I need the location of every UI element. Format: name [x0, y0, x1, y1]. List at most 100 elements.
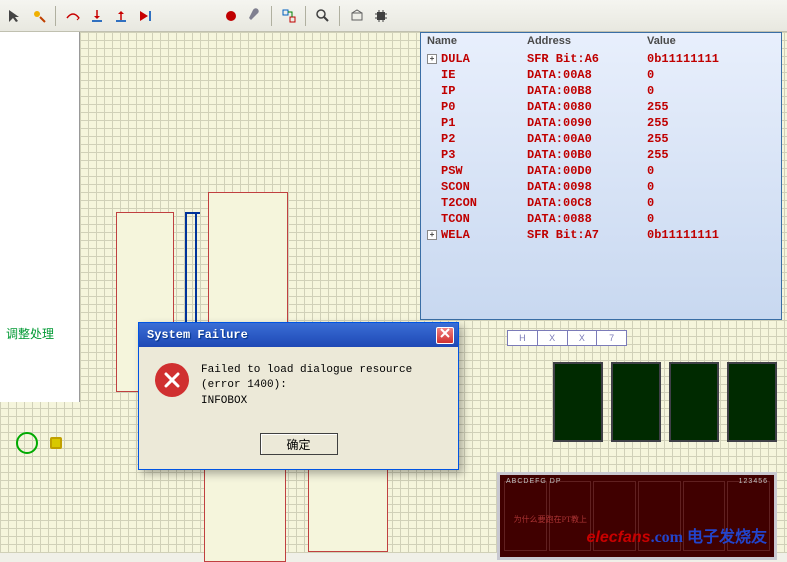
dialog-titlebar[interactable]: System Failure — [139, 323, 458, 347]
tiny-annotation: 为什么要跑在PT教上 — [514, 514, 587, 525]
tool-chip-icon[interactable] — [370, 5, 392, 27]
chip-u4[interactable] — [204, 462, 286, 562]
chip-u2[interactable] — [208, 192, 288, 342]
mini-cell: H — [508, 331, 538, 345]
watch-address: DATA:0098 — [527, 180, 647, 194]
component-led[interactable] — [16, 432, 38, 454]
tool-wrench-icon[interactable] — [244, 5, 266, 27]
watch-value: 0 — [647, 180, 775, 194]
seven-seg-unit[interactable] — [611, 362, 661, 442]
dialog-title-text: System Failure — [147, 328, 436, 342]
watch-row[interactable]: IE DATA:00A80 — [421, 67, 781, 83]
main-toolbar — [0, 0, 787, 32]
watch-value: 255 — [647, 132, 775, 146]
watch-col-address: Address — [527, 35, 647, 47]
tool-arrow-icon[interactable] — [4, 5, 26, 27]
mini-cell: 7 — [597, 331, 626, 345]
mini-grid: H X X 7 — [507, 330, 627, 346]
seg-label-left: ABCDEFG DP — [506, 478, 562, 485]
dialog-button-row: 确定 — [139, 425, 458, 469]
seven-seg-unit[interactable] — [669, 362, 719, 442]
watch-name: P3 — [441, 148, 455, 162]
watch-address: SFR Bit:A7 — [527, 228, 647, 242]
watch-value: 0 — [647, 84, 775, 98]
watch-address: DATA:0080 — [527, 100, 647, 114]
watch-header: Name Address Value — [421, 33, 781, 49]
watch-name: WELA — [441, 228, 470, 242]
side-panel-label: 调整处理 — [6, 325, 54, 342]
watch-value: 255 — [647, 116, 775, 130]
seven-seg-unit[interactable] — [727, 362, 777, 442]
watch-row[interactable]: IPDATA:00B80 — [421, 83, 781, 99]
watch-name: P0 — [441, 100, 455, 114]
watermark: elecfans.com 电子发烧友 — [587, 523, 767, 547]
watch-address: SFR Bit:A6 — [527, 52, 647, 66]
watch-address: DATA:0090 — [527, 116, 647, 130]
watch-address: DATA:0088 — [527, 212, 647, 226]
seg-label-right: 123456 — [739, 478, 768, 485]
tool-connect-icon[interactable] — [278, 5, 300, 27]
mini-cell: X — [568, 331, 598, 345]
dialog-message-line1: Failed to load dialogue resource (error … — [201, 363, 442, 394]
watch-row[interactable]: P2 DATA:00A0255 — [421, 131, 781, 147]
watch-address: DATA:00C8 — [527, 196, 647, 210]
watch-row[interactable]: P0 DATA:0080255 — [421, 99, 781, 115]
watch-name: T2CON — [441, 196, 477, 210]
watch-name: PSW — [441, 164, 463, 178]
error-icon — [155, 363, 189, 397]
expand-icon[interactable]: + — [427, 54, 437, 64]
watch-name: P1 — [441, 116, 455, 130]
watch-col-name: Name — [427, 35, 527, 47]
side-panel: 调整处理 — [0, 32, 80, 402]
dialog-message-line2: INFOBOX — [201, 394, 442, 409]
watch-row[interactable]: T2CON DATA:00C80 — [421, 195, 781, 211]
watch-value: 0 — [647, 212, 775, 226]
toolbar-separator — [55, 6, 57, 26]
tool-breakpoint-icon[interactable] — [220, 5, 242, 27]
watch-value: 255 — [647, 100, 775, 114]
watch-row[interactable]: SCONDATA:00980 — [421, 179, 781, 195]
dialog-body: Failed to load dialogue resource (error … — [139, 347, 458, 425]
tool-step-out-icon[interactable] — [110, 5, 132, 27]
toolbar-separator — [271, 6, 273, 26]
watch-window[interactable]: Name Address Value +DULASFR Bit:A60b1111… — [420, 32, 782, 320]
tool-run-icon[interactable] — [28, 5, 50, 27]
watch-body: +DULASFR Bit:A60b11111111IEDATA:00A80IPD… — [421, 49, 781, 245]
schematic-canvas[interactable]: 调整处理 ABCDEFG DP 123456 H X X 7 Name Ad — [0, 32, 787, 553]
tool-box-icon[interactable] — [346, 5, 368, 27]
watch-name: IE — [441, 68, 455, 82]
watch-row[interactable]: PSWDATA:00D00 — [421, 163, 781, 179]
watermark-brand: elecfans — [587, 529, 651, 546]
watch-address: DATA:00A0 — [527, 132, 647, 146]
dialog-message: Failed to load dialogue resource (error … — [201, 363, 442, 409]
watch-name: P2 — [441, 132, 455, 146]
toolbar-separator — [339, 6, 341, 26]
watch-row[interactable]: P1 DATA:0090255 — [421, 115, 781, 131]
watch-row[interactable]: TCON DATA:00880 — [421, 211, 781, 227]
close-button[interactable] — [436, 327, 454, 344]
ok-button[interactable]: 确定 — [260, 433, 338, 455]
component-d1[interactable] — [50, 437, 62, 449]
watch-row[interactable]: P3DATA:00B0255 — [421, 147, 781, 163]
watch-value: 255 — [647, 148, 775, 162]
tool-step-over-icon[interactable] — [62, 5, 84, 27]
watch-address: DATA:00A8 — [527, 68, 647, 82]
watch-row[interactable]: + WELA SFR Bit:A70b11111111 — [421, 227, 781, 243]
watch-value: 0b11111111 — [647, 52, 775, 66]
expand-icon[interactable]: + — [427, 230, 437, 240]
tool-run-to-icon[interactable] — [134, 5, 156, 27]
chip-u3[interactable] — [308, 462, 388, 552]
wire — [185, 212, 200, 214]
watch-row[interactable]: +DULASFR Bit:A60b11111111 — [421, 51, 781, 67]
tool-step-into-icon[interactable] — [86, 5, 108, 27]
watch-address: DATA:00B8 — [527, 84, 647, 98]
watch-address: DATA:00D0 — [527, 164, 647, 178]
watch-value: 0b11111111 — [647, 228, 775, 242]
watermark-suffix: .com 电子发烧友 — [651, 529, 767, 546]
tool-find-icon[interactable] — [312, 5, 334, 27]
watch-value: 0 — [647, 68, 775, 82]
watch-name: TCON — [441, 212, 470, 226]
watch-col-value: Value — [647, 35, 775, 47]
watch-value: 0 — [647, 196, 775, 210]
seven-seg-unit[interactable] — [553, 362, 603, 442]
